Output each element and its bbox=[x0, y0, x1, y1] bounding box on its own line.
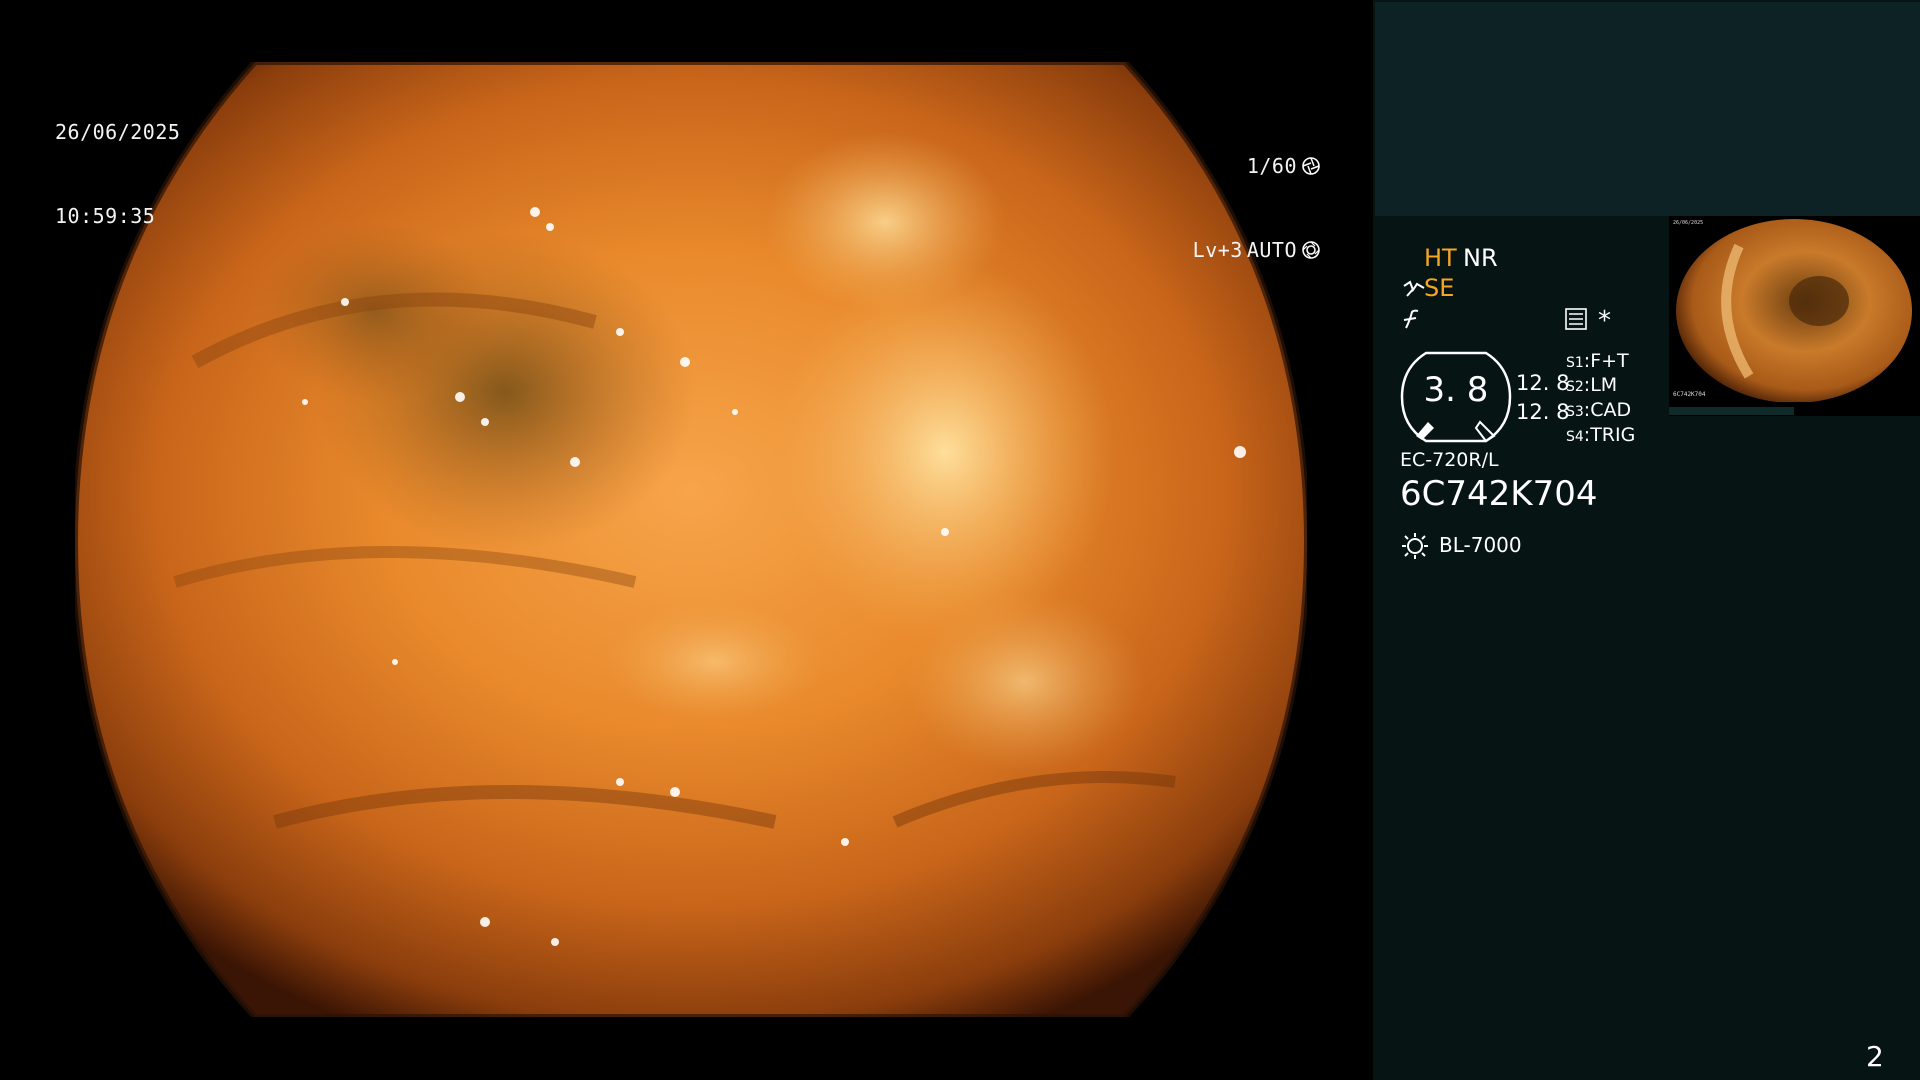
date-time-readout: 26/06/2025 10:59:35 bbox=[55, 62, 180, 286]
switch-label: CAD bbox=[1590, 399, 1632, 421]
thumbnail-serial-text: 6C742K704 bbox=[1673, 391, 1706, 398]
endoscopic-image bbox=[75, 62, 1307, 1017]
endoscope-view: 26/06/2025 10:59:35 1/60 Lv+3 AUTO bbox=[0, 0, 1373, 1080]
date-text: 26/06/2025 bbox=[55, 120, 181, 144]
switch-s1: S1:F+T bbox=[1566, 350, 1629, 372]
exposure-readout: 1/60 Lv+3 AUTO bbox=[1193, 96, 1321, 320]
switch-key: S2 bbox=[1566, 379, 1584, 395]
switch-label: F+T bbox=[1590, 350, 1629, 372]
shutter-icon bbox=[1302, 157, 1320, 175]
thumbnail-progress-bar bbox=[1669, 407, 1794, 415]
switch-s4: S4:TRIG bbox=[1566, 424, 1636, 446]
scope-model-text: EC-720R/L bbox=[1400, 449, 1499, 471]
iris-icon bbox=[1302, 241, 1320, 259]
freeze-icon bbox=[1403, 309, 1419, 329]
switch-key: S1 bbox=[1566, 355, 1584, 371]
light-source-text: BL-7000 bbox=[1439, 533, 1522, 557]
zoom-value: 3. 8 bbox=[1423, 370, 1489, 410]
gauge-lower-value: 12. 8 bbox=[1516, 400, 1570, 424]
mode-nr-indicator: NR bbox=[1463, 244, 1498, 272]
switch-s3: S3:CAD bbox=[1566, 399, 1632, 421]
shutter-speed-text: 1/60 bbox=[1246, 154, 1297, 178]
switch-key: S3 bbox=[1566, 404, 1584, 420]
info-panel-header-block bbox=[1375, 2, 1920, 216]
gauge-upper-value: 12. 8 bbox=[1516, 371, 1570, 395]
brightness-level-text: Lv+3 bbox=[1192, 238, 1243, 262]
time-text: 10:59:35 bbox=[55, 204, 156, 228]
light-source-icon bbox=[1402, 533, 1428, 559]
thumbnail-date-text: 26/06/2025 bbox=[1673, 220, 1703, 226]
mode-se-indicator: SE bbox=[1424, 274, 1455, 302]
scope-serial-number: 6C742K704 bbox=[1400, 474, 1598, 514]
structure-enhance-icon bbox=[1403, 280, 1425, 297]
switch-label: LM bbox=[1590, 374, 1618, 396]
switch-s2: S2:LM bbox=[1566, 374, 1618, 396]
iris-mode-text: AUTO bbox=[1246, 238, 1297, 262]
switch-label: TRIG bbox=[1590, 424, 1636, 446]
asterisk-indicator: * bbox=[1598, 306, 1611, 336]
menu-list-icon bbox=[1565, 308, 1587, 330]
page-number: 2 bbox=[1866, 1040, 1884, 1073]
mode-ht-indicator: HT bbox=[1424, 244, 1457, 272]
switch-key: S4 bbox=[1566, 429, 1584, 445]
captured-image-thumbnail[interactable]: 26/06/2025 6C742K704 bbox=[1669, 216, 1920, 402]
